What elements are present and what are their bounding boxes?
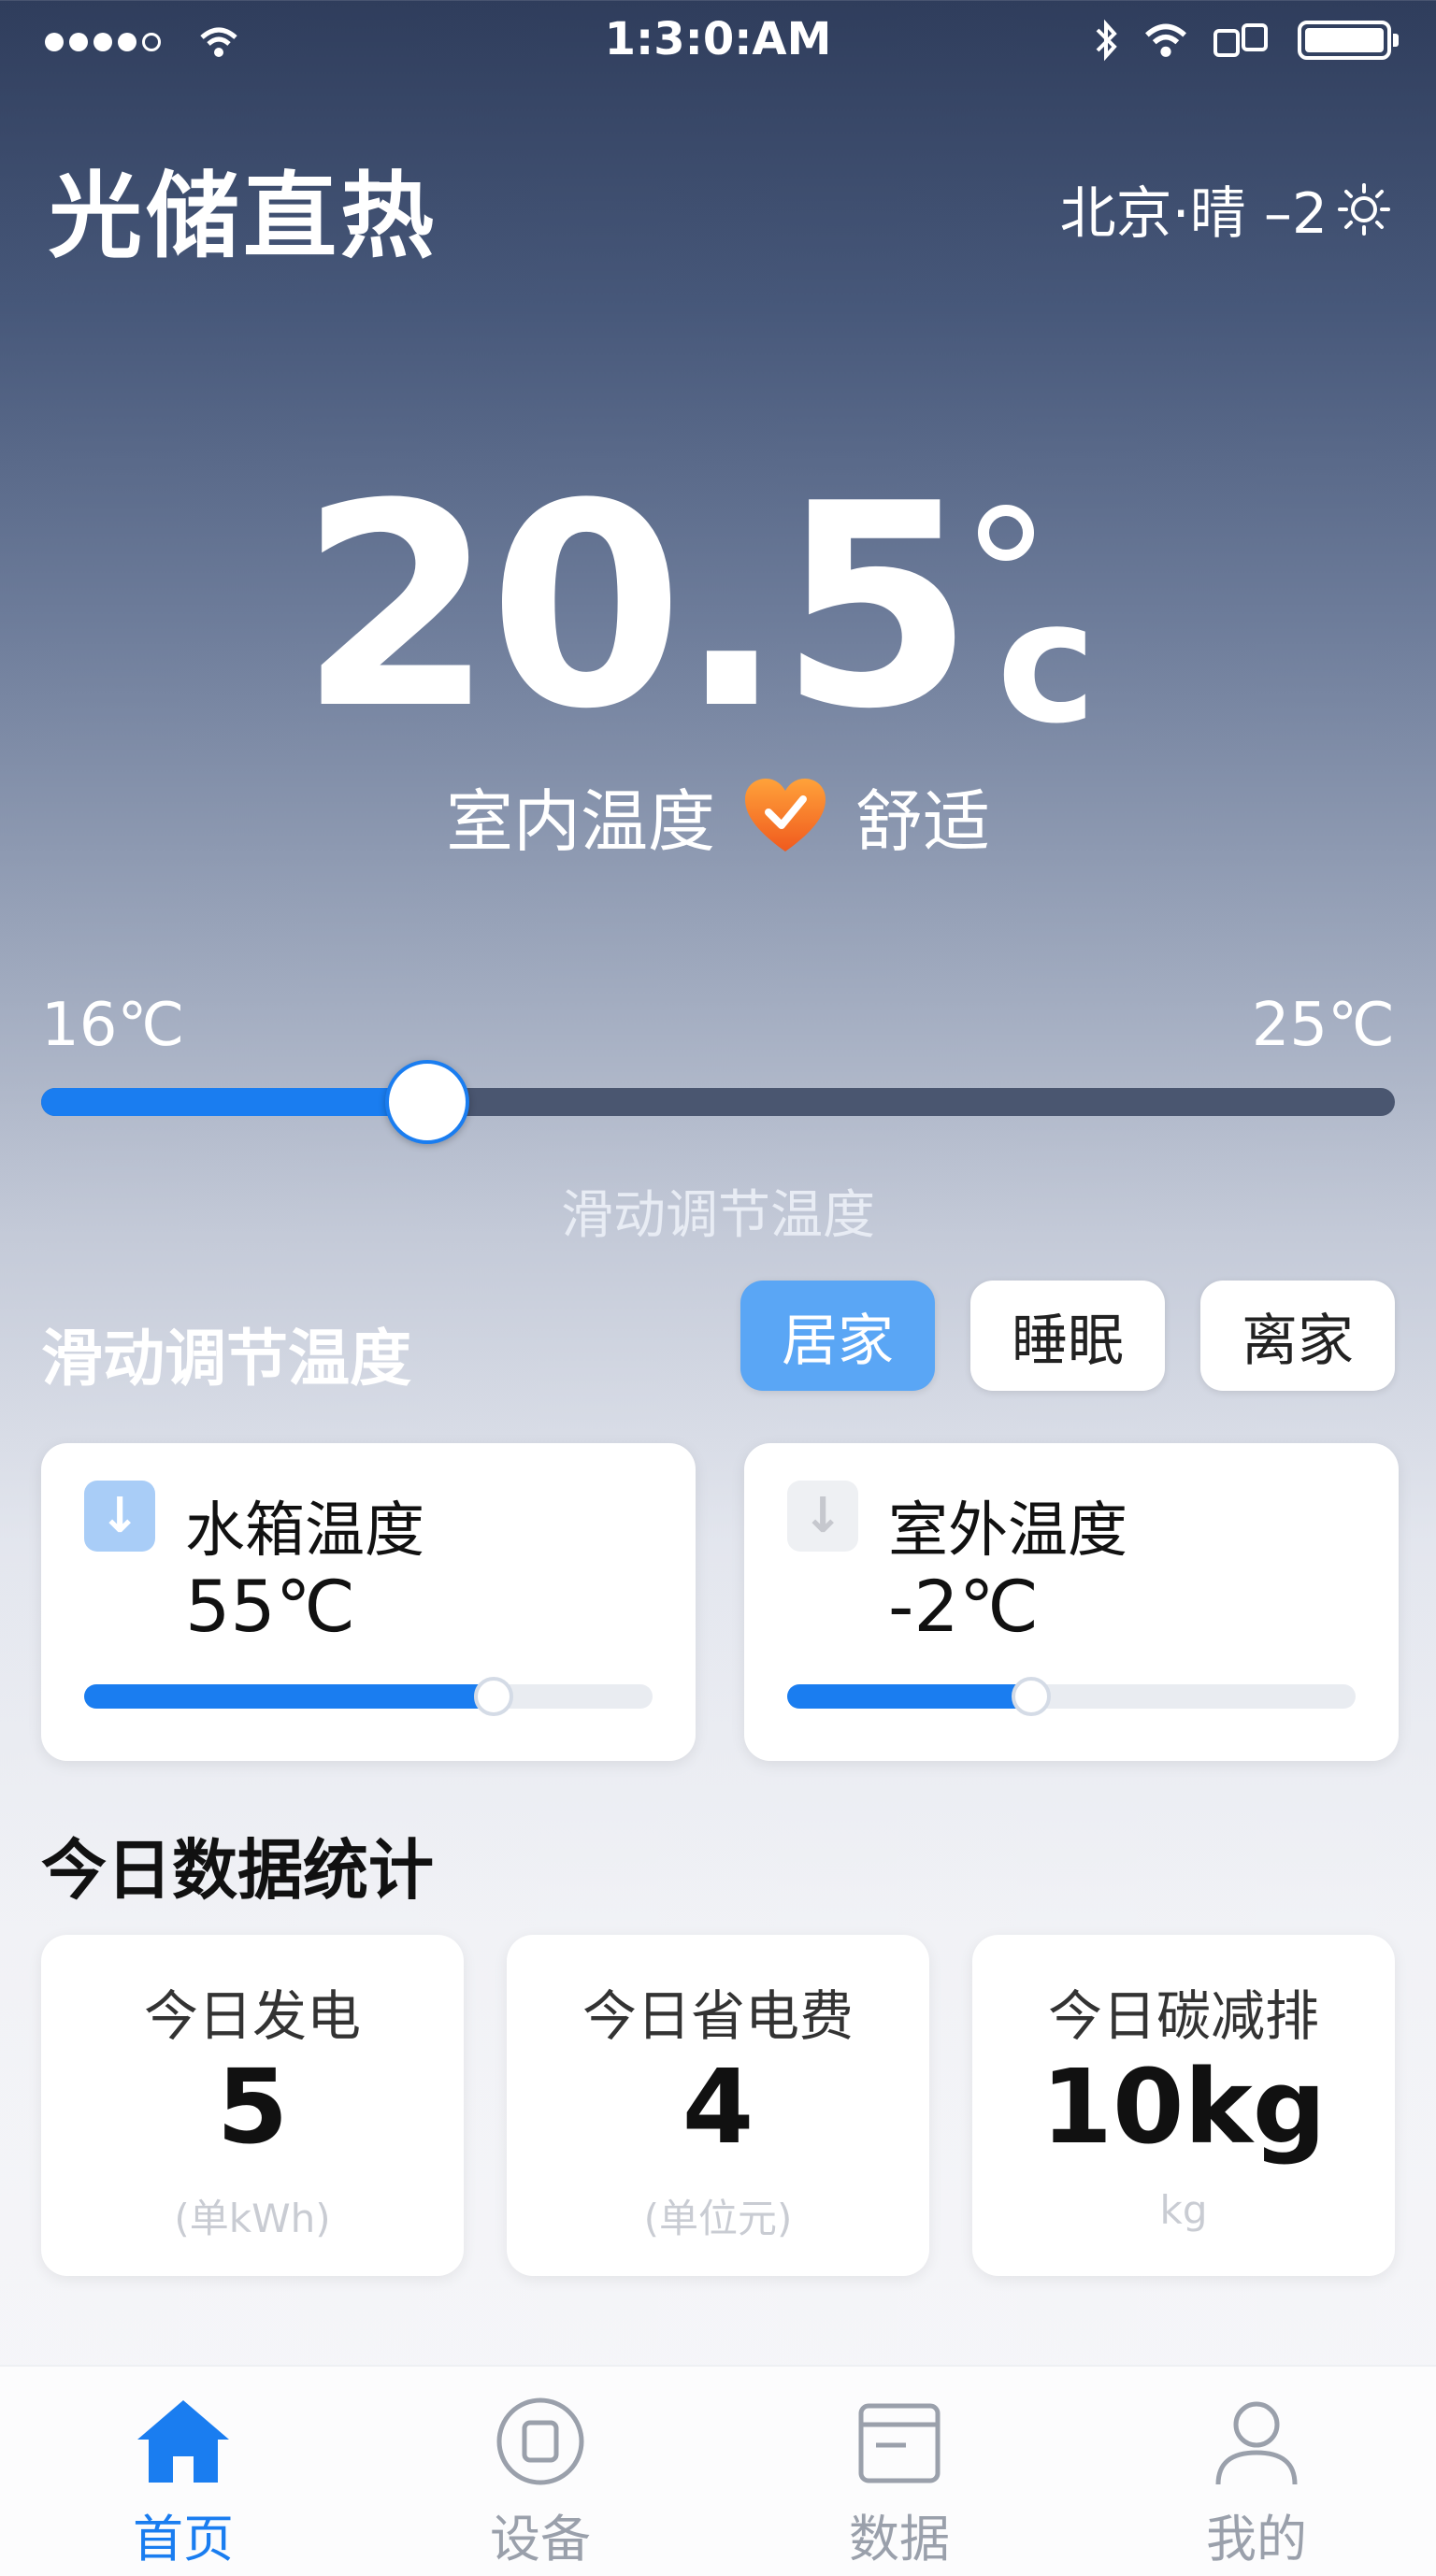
stat-card-savings[interactable]: 今日省电费 4 (单位元) xyxy=(507,1935,929,2276)
celsius-unit: c xyxy=(969,467,1137,748)
tab-data[interactable]: 数据 xyxy=(806,2395,993,2571)
status-bar: 1:3:0:AM xyxy=(0,0,1436,84)
comfort-status: 舒适 xyxy=(855,782,991,861)
user-icon xyxy=(1215,2401,1298,2485)
stat-value: 5 xyxy=(216,2047,289,2167)
weather-text: 北京·晴 –2 xyxy=(1059,181,1328,247)
stat-value: 10kg xyxy=(1041,2047,1327,2167)
outdoor-temperature-card[interactable]: ↓ 室外温度 -2℃ xyxy=(744,1443,1399,1761)
card-level-thumb xyxy=(474,1677,513,1716)
weather-summary[interactable]: 北京·晴 –2 xyxy=(1060,168,1391,250)
sun-icon xyxy=(1338,182,1390,236)
data-icon xyxy=(858,2403,941,2483)
temperature-slider-thumb[interactable] xyxy=(385,1060,469,1144)
indoor-temperature-value: 20.5 xyxy=(298,444,974,770)
water-tank-temperature-card[interactable]: ↓ 水箱温度 55℃ xyxy=(41,1443,696,1761)
card-level-track xyxy=(84,1677,653,1716)
stat-card-carbon[interactable]: 今日碳减排 10kg kg xyxy=(972,1935,1395,2276)
battery-icon xyxy=(1298,21,1399,60)
tab-home[interactable]: 首页 xyxy=(90,2395,277,2571)
stat-unit: (单kWh) xyxy=(174,2196,331,2241)
stat-unit: kg xyxy=(1159,2187,1208,2233)
mode-selector: 居家 睡眠 离家 xyxy=(740,1281,1395,1391)
mode-button-away[interactable]: 离家 xyxy=(1200,1281,1395,1391)
temperature-slider-fill xyxy=(41,1088,427,1116)
comfort-row: 室内温度 舒适 xyxy=(0,766,1436,865)
slider-min-label: 16℃ xyxy=(41,991,185,1060)
stat-label: 今日发电 xyxy=(143,1984,361,2048)
card-level-fill xyxy=(84,1684,494,1709)
heart-check-icon xyxy=(745,778,826,852)
device-icon xyxy=(496,2397,584,2485)
stat-value: 4 xyxy=(682,2047,754,2167)
card-level-track xyxy=(787,1677,1356,1716)
mode-button-sleep[interactable]: 睡眠 xyxy=(970,1281,1165,1391)
bluetooth-icon xyxy=(1096,19,1117,62)
tab-label: 我的 xyxy=(1206,2510,1307,2569)
app-title: 光储直热 xyxy=(49,162,438,271)
indoor-temperature-display: 20.5 c xyxy=(0,467,1436,748)
stat-unit: (单位元) xyxy=(643,2196,793,2241)
arrow-down-icon: ↓ xyxy=(787,1481,858,1552)
wifi-icon xyxy=(1145,23,1186,57)
slider-max-label: 25℃ xyxy=(1251,991,1395,1060)
status-right xyxy=(1092,19,1399,62)
tab-label: 数据 xyxy=(849,2510,950,2569)
stat-label: 今日省电费 xyxy=(582,1984,854,2048)
stat-label: 今日碳减排 xyxy=(1047,1984,1319,2048)
tab-label: 首页 xyxy=(133,2510,234,2569)
stat-card-generation[interactable]: 今日发电 5 (单kWh) xyxy=(41,1935,464,2276)
card-level-thumb xyxy=(1012,1677,1051,1716)
tab-profile[interactable]: 我的 xyxy=(1163,2395,1350,2571)
slider-hint: 滑动调节温度 xyxy=(561,1185,875,1246)
card-value: 55℃ xyxy=(185,1565,356,1648)
bottom-tab-bar: 首页 设备 数据 我的 xyxy=(0,2365,1436,2576)
indoor-temperature-label: 室内温度 xyxy=(445,782,715,861)
card-label: 水箱温度 xyxy=(185,1496,424,1566)
arrow-down-icon: ↓ xyxy=(84,1481,155,1552)
mode-section-title: 滑动调节温度 xyxy=(41,1323,411,1395)
mode-button-home[interactable]: 居家 xyxy=(740,1281,935,1391)
home-icon xyxy=(137,2400,229,2483)
card-label: 室外温度 xyxy=(888,1496,1127,1566)
temperature-slider-track[interactable] xyxy=(41,1088,1395,1116)
stats-section-title: 今日数据统计 xyxy=(41,1832,434,1909)
tab-label: 设备 xyxy=(490,2510,591,2569)
card-level-fill xyxy=(787,1684,1031,1709)
tab-device[interactable]: 设备 xyxy=(447,2395,634,2571)
card-value: -2℃ xyxy=(888,1565,1040,1648)
link-icon xyxy=(1213,23,1268,57)
